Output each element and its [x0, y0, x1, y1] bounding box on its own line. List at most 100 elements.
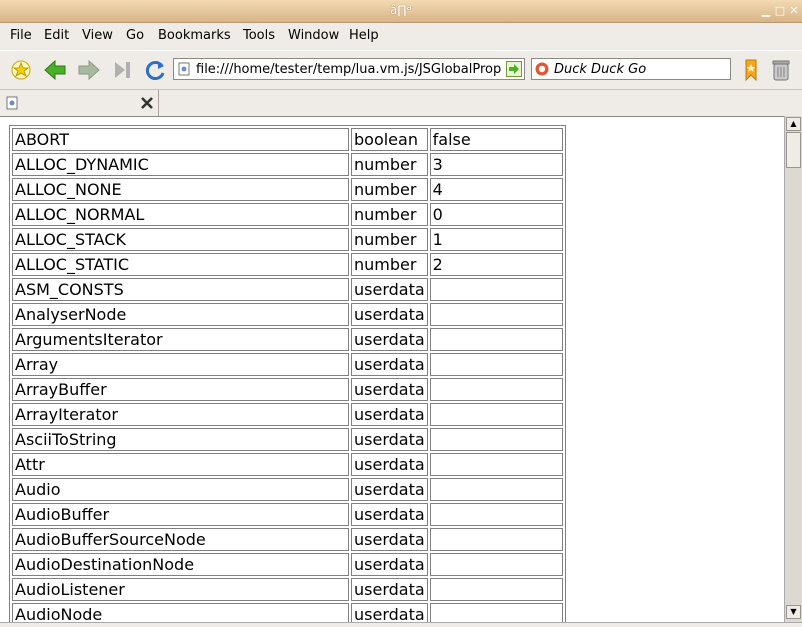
menu-view[interactable]: View	[82, 28, 113, 43]
property-name-cell: AudioNode	[12, 603, 349, 623]
table-row: Audio userdata	[12, 478, 563, 501]
table-row: ArrayIterator userdata	[12, 403, 563, 426]
property-value-cell: 3	[429, 153, 563, 176]
menu-file[interactable]: File	[10, 28, 32, 43]
menu-window[interactable]: Window	[288, 28, 339, 43]
bookmark-icon[interactable]	[738, 57, 764, 83]
property-name-cell: Attr	[12, 453, 349, 476]
table-row: ABORT boolean false	[12, 128, 563, 151]
title-bar: â∏ª ▁ □ ✕	[0, 0, 802, 23]
table-row: ALLOC_NONE number 4	[12, 178, 563, 201]
menu-tools[interactable]: Tools	[243, 28, 275, 43]
maximize-icon[interactable]: □	[774, 5, 786, 17]
navigation-toolbar: file:///home/tester/temp/lua.vm.js/JSGlo…	[0, 50, 802, 89]
address-bar[interactable]: file:///home/tester/temp/lua.vm.js/JSGlo…	[173, 58, 525, 80]
tab-bar	[0, 89, 802, 117]
tab-page-icon	[6, 96, 18, 110]
reload-icon[interactable]	[142, 57, 168, 83]
trash-icon[interactable]	[768, 57, 794, 83]
property-value-cell	[429, 528, 563, 551]
property-value-cell	[429, 428, 563, 451]
property-type-cell: boolean	[351, 128, 428, 151]
property-value-cell: 4	[429, 178, 563, 201]
property-value-cell: 1	[429, 228, 563, 251]
property-type-cell: userdata	[351, 603, 428, 623]
page-icon	[178, 62, 190, 76]
forward-arrow-icon[interactable]	[76, 57, 102, 83]
property-type-cell: userdata	[351, 378, 428, 401]
property-name-cell: ALLOC_STACK	[12, 228, 349, 251]
property-name-cell: ASM_CONSTS	[12, 278, 349, 301]
property-value-cell	[429, 453, 563, 476]
property-type-cell: number	[351, 228, 428, 251]
table-row: AnalyserNode userdata	[12, 303, 563, 326]
page-content: ABORT boolean false ALLOC_DYNAMIC number 3 ALL…	[0, 116, 784, 623]
table-row: ALLOC_DYNAMIC number 3	[12, 153, 563, 176]
stop-icon[interactable]	[110, 57, 136, 83]
property-name-cell: ALLOC_STATIC	[12, 253, 349, 276]
window-title: â∏ª	[389, 3, 413, 17]
table-row: AudioDestinationNode userdata	[12, 553, 563, 576]
property-name-cell: AudioListener	[12, 578, 349, 601]
property-value-cell	[429, 328, 563, 351]
minimize-icon[interactable]: ▁	[760, 5, 772, 17]
table-row: AudioNode userdata	[12, 603, 563, 623]
property-value-cell	[429, 503, 563, 526]
property-name-cell: AudioDestinationNode	[12, 553, 349, 576]
table-row: AsciiToString userdata	[12, 428, 563, 451]
table-row: Array userdata	[12, 353, 563, 376]
tab-current[interactable]	[0, 90, 159, 116]
property-type-cell: number	[351, 178, 428, 201]
table-row: AudioListener userdata	[12, 578, 563, 601]
table-row: AudioBuffer userdata	[12, 503, 563, 526]
property-value-cell: 0	[429, 203, 563, 226]
property-name-cell: ALLOC_NORMAL	[12, 203, 349, 226]
property-name-cell: ALLOC_NONE	[12, 178, 349, 201]
vertical-scrollbar[interactable]: ▲ ▼	[784, 116, 802, 622]
go-arrow-icon[interactable]	[506, 61, 522, 77]
scroll-down-icon[interactable]: ▼	[786, 605, 801, 619]
scroll-thumb[interactable]	[786, 132, 801, 168]
property-type-cell: userdata	[351, 553, 428, 576]
table-row: ArgumentsIterator userdata	[12, 328, 563, 351]
property-name-cell: ALLOC_DYNAMIC	[12, 153, 349, 176]
menu-edit[interactable]: Edit	[44, 28, 69, 43]
menu-bookmarks[interactable]: Bookmarks	[158, 28, 231, 43]
menu-go[interactable]: Go	[126, 28, 144, 43]
scroll-up-icon[interactable]: ▲	[786, 117, 801, 131]
property-value-cell	[429, 478, 563, 501]
property-value-cell	[429, 553, 563, 576]
close-tab-icon[interactable]	[140, 96, 154, 110]
table-row: ASM_CONSTS userdata	[12, 278, 563, 301]
property-value-cell	[429, 353, 563, 376]
property-type-cell: userdata	[351, 328, 428, 351]
property-value-cell	[429, 603, 563, 623]
property-type-cell: userdata	[351, 278, 428, 301]
back-arrow-icon[interactable]	[42, 57, 68, 83]
search-bar[interactable]: Duck Duck Go	[531, 58, 731, 80]
table-row: AudioBufferSourceNode userdata	[12, 528, 563, 551]
property-value-cell	[429, 378, 563, 401]
property-value-cell: false	[429, 128, 563, 151]
menu-help[interactable]: Help	[349, 28, 379, 43]
property-name-cell: ArrayBuffer	[12, 378, 349, 401]
duckduckgo-icon	[535, 62, 549, 76]
property-type-cell: userdata	[351, 428, 428, 451]
table-row: Attr userdata	[12, 453, 563, 476]
property-type-cell: userdata	[351, 453, 428, 476]
property-name-cell: AsciiToString	[12, 428, 349, 451]
table-row: ALLOC_STACK number 1	[12, 228, 563, 251]
property-type-cell: number	[351, 253, 428, 276]
property-value-cell	[429, 403, 563, 426]
property-name-cell: Audio	[12, 478, 349, 501]
property-value-cell	[429, 578, 563, 601]
property-name-cell: AudioBufferSourceNode	[12, 528, 349, 551]
property-type-cell: userdata	[351, 528, 428, 551]
property-type-cell: userdata	[351, 578, 428, 601]
property-name-cell: Array	[12, 353, 349, 376]
close-window-icon[interactable]: ✕	[788, 5, 800, 17]
table-row: ArrayBuffer userdata	[12, 378, 563, 401]
property-value-cell	[429, 278, 563, 301]
url-text: file:///home/tester/temp/lua.vm.js/JSGlo…	[196, 62, 502, 77]
new-tab-star-icon[interactable]	[8, 57, 34, 83]
